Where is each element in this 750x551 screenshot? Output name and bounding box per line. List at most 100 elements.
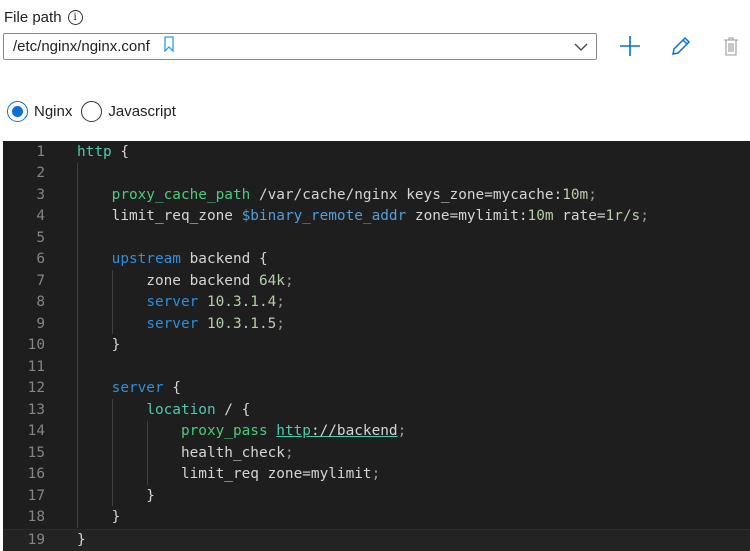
line-number: 12 [3, 378, 45, 400]
line-number: 15 [3, 443, 45, 465]
code-token-num: 10m [562, 187, 588, 203]
code-token-var: $binary_remote_addr [242, 208, 407, 224]
code-token-dir: location [146, 402, 215, 418]
code-line[interactable]: 8 server 10.3.1.4; [3, 292, 750, 314]
code-line[interactable]: 15 health_check; [3, 443, 750, 465]
code-line[interactable]: 7 zone backend 64k; [3, 271, 750, 293]
code-text: server 10.3.1.4; [77, 292, 285, 314]
code-token [198, 316, 207, 332]
code-token-punc: ; [276, 294, 285, 310]
line-number: 8 [3, 292, 45, 314]
code-line[interactable]: 3 proxy_cache_path /var/cache/nginx keys… [3, 185, 750, 207]
radio-javascript[interactable]: Javascript [81, 101, 176, 122]
code-token-kw: upstream [112, 251, 181, 267]
code-line[interactable]: 16 limit_req zone=mylimit; [3, 464, 750, 486]
code-token: } [77, 532, 86, 548]
file-path-label-text: File path [4, 9, 62, 26]
code-line[interactable]: 6 upstream backend { [3, 249, 750, 271]
code-token: { [164, 380, 181, 396]
line-number: 14 [3, 421, 45, 443]
pencil-icon [671, 36, 691, 56]
code-token [77, 251, 112, 267]
language-radio-group: Nginx Javascript [7, 101, 185, 122]
radio-nginx-label: Nginx [34, 103, 72, 120]
code-token: / { [216, 402, 251, 418]
code-token-kw: server [146, 294, 198, 310]
code-line[interactable]: 1 http { [3, 142, 750, 164]
code-token: } [77, 337, 120, 353]
code-text: upstream backend { [77, 249, 268, 271]
code-line[interactable]: 13 location / { [3, 400, 750, 422]
code-token-dir: http [77, 144, 112, 160]
radio-javascript-label: Javascript [108, 103, 176, 120]
code-text: server 10.3.1.5; [77, 314, 285, 336]
line-number: 13 [3, 400, 45, 422]
info-icon[interactable]: i [68, 10, 83, 25]
line-number: 10 [3, 335, 45, 357]
code-text: http { [77, 142, 129, 164]
code-line[interactable]: 4 limit_req_zone $binary_remote_addr zon… [3, 206, 750, 228]
code-line[interactable]: 12 server { [3, 378, 750, 400]
code-text: location / { [77, 400, 250, 422]
code-line[interactable]: 17 } [3, 486, 750, 508]
code-line[interactable]: 9 server 10.3.1.5; [3, 314, 750, 336]
code-text: } [77, 486, 155, 508]
code-token-punc: ; [372, 466, 381, 482]
code-token-punc: ; [640, 208, 649, 224]
radio-selected-icon [7, 101, 28, 122]
code-token [268, 423, 277, 439]
delete-button[interactable] [717, 32, 745, 60]
code-text: health_check; [77, 443, 294, 465]
code-line[interactable]: 19} [3, 529, 750, 551]
code-token [77, 380, 112, 396]
code-token: zone=mylimit: [406, 208, 527, 224]
code-line[interactable]: 11 [3, 357, 750, 379]
file-path-dropdown[interactable]: /etc/nginx/nginx.conf [3, 33, 597, 60]
line-number: 19 [3, 530, 45, 551]
bookmark-icon[interactable] [164, 36, 174, 57]
code-line[interactable]: 10 } [3, 335, 750, 357]
edit-button[interactable] [667, 32, 695, 60]
code-token-proxy: proxy_cache_path [112, 187, 251, 203]
line-number: 5 [3, 228, 45, 250]
code-editor[interactable]: 1http {23 proxy_cache_path /var/cache/ng… [3, 141, 750, 550]
code-token: } [77, 488, 155, 504]
line-number: 1 [3, 142, 45, 164]
code-token: limit_req zone=mylimit [77, 466, 372, 482]
line-number: 18 [3, 507, 45, 529]
line-number: 3 [3, 185, 45, 207]
code-token-kw: server [112, 380, 164, 396]
code-line[interactable]: 5 [3, 228, 750, 250]
line-number: 2 [3, 163, 45, 185]
code-token: rate= [554, 208, 606, 224]
code-text: zone backend 64k; [77, 271, 294, 293]
plus-icon [619, 35, 641, 57]
code-line[interactable]: 18 } [3, 507, 750, 529]
code-token-num: 1r/s [606, 208, 641, 224]
code-token [77, 402, 146, 418]
code-token: limit_req_zone [77, 208, 242, 224]
code-line[interactable]: 2 [3, 163, 750, 185]
code-text: limit_req zone=mylimit; [77, 464, 380, 486]
line-number: 4 [3, 206, 45, 228]
radio-nginx[interactable]: Nginx [7, 101, 72, 122]
code-token-punc: ; [398, 423, 407, 439]
code-token-proxy: proxy_pass [181, 423, 268, 439]
line-number: 7 [3, 271, 45, 293]
radio-unselected-icon [81, 101, 102, 122]
add-button[interactable] [616, 32, 644, 60]
code-token-punc: ; [285, 273, 294, 289]
code-token [198, 294, 207, 310]
code-token: health_check [77, 445, 285, 461]
chevron-down-icon[interactable] [574, 40, 588, 59]
code-token-url: ://backend [311, 423, 398, 439]
code-token [77, 316, 146, 332]
code-line[interactable]: 14 proxy_pass http://backend; [3, 421, 750, 443]
code-token-punc: ; [276, 316, 285, 332]
code-text: server { [77, 378, 181, 400]
code-token: zone backend [77, 273, 259, 289]
code-token: backend { [181, 251, 268, 267]
code-text: limit_req_zone $binary_remote_addr zone=… [77, 206, 649, 228]
code-token: /var/cache/nginx keys_zone=mycache: [250, 187, 562, 203]
code-token-punc: ; [285, 445, 294, 461]
